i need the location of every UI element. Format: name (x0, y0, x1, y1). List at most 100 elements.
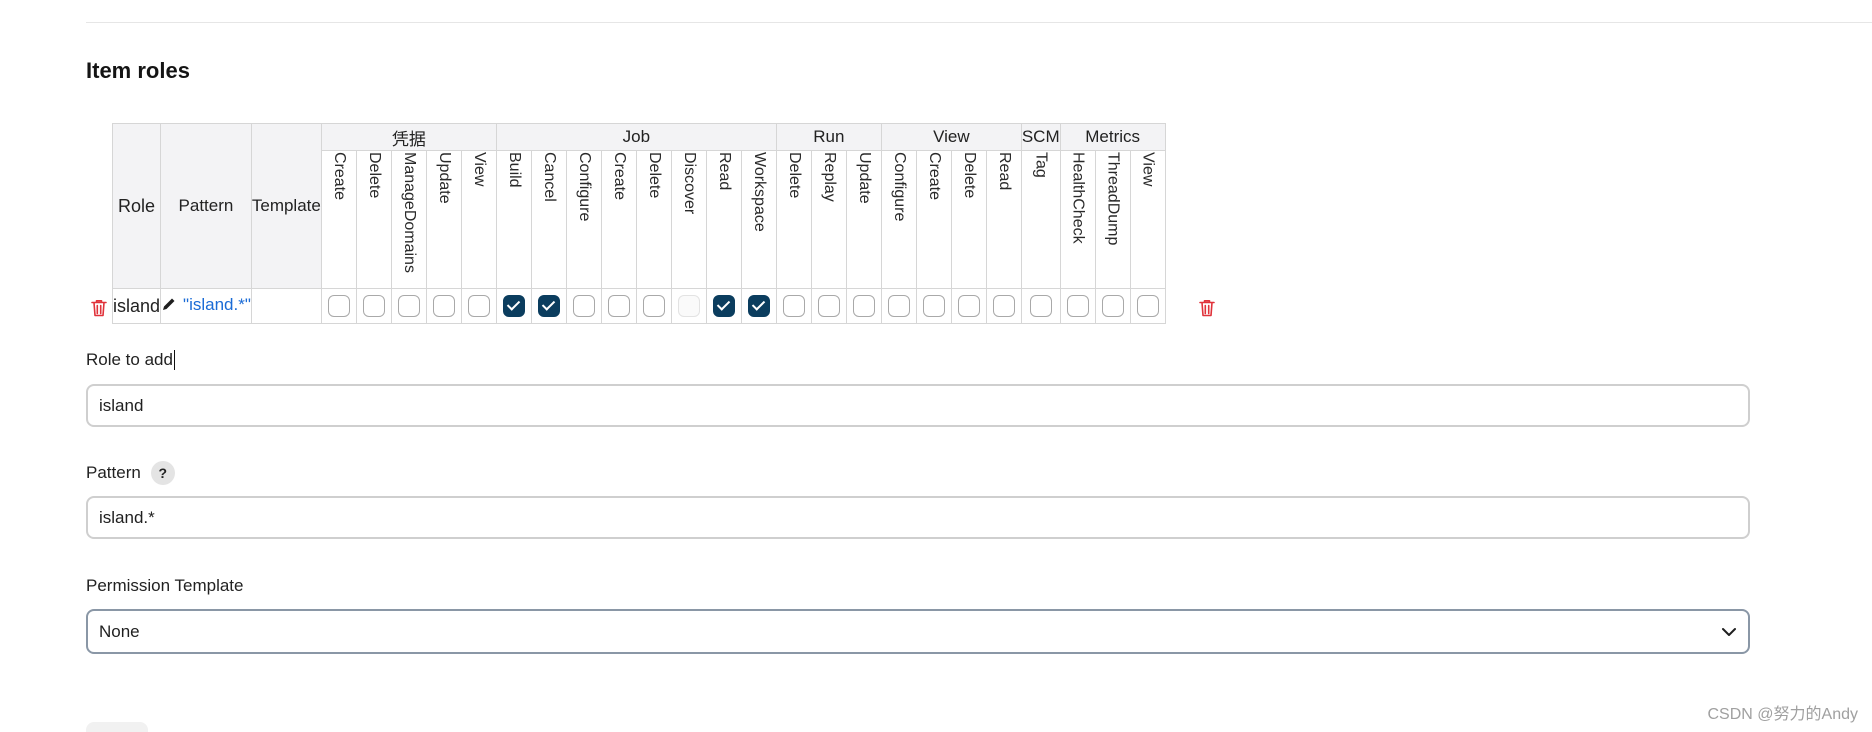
perm-cell (320, 288, 357, 324)
checkbox-view-read[interactable] (992, 295, 1015, 317)
role-to-add-label: Role to add (86, 350, 175, 370)
pattern-label: Pattern ? (86, 461, 175, 485)
bottom-button[interactable] (86, 722, 148, 732)
pattern-column-header: Pattern (160, 123, 252, 289)
group-header-scm: SCM (1020, 123, 1061, 151)
perm-cell (775, 288, 812, 324)
checkbox-view-delete[interactable] (957, 295, 980, 317)
perm-header-view-read: Read (985, 150, 1022, 289)
checkbox-view-configure[interactable] (887, 295, 910, 317)
section-title: Item roles (86, 58, 190, 83)
role-to-add-input[interactable] (86, 384, 1750, 427)
perm-cell (600, 288, 637, 324)
perm-header-metrics-healthcheck: HealthCheck (1059, 150, 1096, 289)
checkbox-metrics-healthcheck[interactable] (1066, 295, 1089, 317)
group-header-run: Run (775, 123, 882, 151)
perm-cell (880, 288, 917, 324)
checkbox-credentials-create[interactable] (327, 295, 350, 317)
perm-header-job-cancel: Cancel (530, 150, 567, 289)
role-name-cell: island (111, 288, 162, 324)
perm-header-view-delete: Delete (950, 150, 987, 289)
checkbox-metrics-view[interactable] (1136, 295, 1159, 317)
perm-header-job-discover: Discover (670, 150, 707, 289)
perm-cell (565, 288, 602, 324)
chevron-down-icon (1721, 627, 1737, 637)
perm-header-view-configure: Configure (880, 150, 917, 289)
checkbox-job-cancel[interactable] (537, 295, 560, 317)
perm-header-job-build: Build (495, 150, 532, 289)
checkbox-run-delete[interactable] (782, 295, 805, 317)
perm-header-credentials-update: Update (425, 150, 462, 289)
group-header-job: Job (495, 123, 777, 151)
watermark: CSDN @努力的Andy (1707, 706, 1859, 723)
perm-cell (670, 288, 707, 324)
perm-cell (390, 288, 427, 324)
perm-header-credentials-delete: Delete (355, 150, 392, 289)
perm-cell (985, 288, 1022, 324)
perm-cell (950, 288, 987, 324)
checkbox-job-build[interactable] (502, 295, 525, 317)
pattern-input[interactable] (86, 496, 1750, 539)
perm-cell (495, 288, 532, 324)
group-header-row: Role Pattern Template 凭据 Job Run View SC… (111, 123, 1166, 289)
perm-cell (915, 288, 952, 324)
perm-cell (1129, 288, 1166, 324)
checkbox-job-create[interactable] (607, 295, 630, 317)
table-row: island "island.*" (111, 288, 1166, 324)
group-header-credentials: 凭据 (320, 123, 497, 151)
permission-template-label: Permission Template (86, 576, 244, 595)
perm-header-credentials-managedomains: ManageDomains (390, 150, 427, 289)
permission-template-selected: None (99, 621, 140, 641)
role-column-header: Role (111, 123, 162, 289)
perm-header-job-create: Create (600, 150, 637, 289)
checkbox-credentials-delete[interactable] (362, 295, 385, 317)
group-header-metrics: Metrics (1059, 123, 1166, 151)
perm-header-credentials-create: Create (320, 150, 357, 289)
perm-cell (1020, 288, 1061, 324)
perm-cell (425, 288, 462, 324)
checkbox-job-discover (677, 295, 700, 317)
checkbox-metrics-threaddump[interactable] (1101, 295, 1124, 317)
checkbox-job-configure[interactable] (572, 295, 595, 317)
perm-cell (810, 288, 847, 324)
checkbox-scm-tag[interactable] (1029, 295, 1052, 317)
perm-cell (530, 288, 567, 324)
group-header-view: View (880, 123, 1022, 151)
perm-cell (460, 288, 497, 324)
row-delete-right-trash-icon[interactable] (1196, 297, 1218, 319)
perm-cell (1059, 288, 1096, 324)
perm-cell (1094, 288, 1131, 324)
checkbox-run-replay[interactable] (817, 295, 840, 317)
checkbox-credentials-view[interactable] (467, 295, 490, 317)
perm-header-run-replay: Replay (810, 150, 847, 289)
perm-cell (355, 288, 392, 324)
page: Item roles Role Pattern Template 凭据 Job … (0, 0, 1872, 732)
text-caret (173, 350, 175, 370)
pattern-cell: "island.*" (160, 288, 252, 324)
edit-pattern-pencil-icon[interactable] (161, 296, 177, 317)
perm-header-run-delete: Delete (775, 150, 812, 289)
perm-cell (635, 288, 672, 324)
perm-cell (845, 288, 882, 324)
checkbox-job-read[interactable] (712, 295, 735, 317)
perm-header-metrics-threaddump: ThreadDump (1094, 150, 1131, 289)
permission-template-select[interactable]: None (86, 609, 1750, 654)
top-divider (86, 22, 1872, 23)
checkbox-credentials-managedomains[interactable] (397, 295, 420, 317)
checkbox-credentials-update[interactable] (432, 295, 455, 317)
checkbox-view-create[interactable] (922, 295, 945, 317)
perm-cell (740, 288, 777, 324)
perm-header-run-update: Update (845, 150, 882, 289)
perm-header-job-workspace: Workspace (740, 150, 777, 289)
pattern-help-icon[interactable]: ? (150, 461, 175, 485)
pattern-link[interactable]: "island.*" (183, 295, 251, 314)
perm-header-job-delete: Delete (635, 150, 672, 289)
checkbox-job-workspace[interactable] (747, 295, 770, 317)
perm-header-metrics-view: View (1129, 150, 1166, 289)
checkbox-job-delete[interactable] (642, 295, 665, 317)
perm-header-job-read: Read (705, 150, 742, 289)
template-column-header: Template (250, 123, 322, 289)
perm-header-view-create: Create (915, 150, 952, 289)
row-delete-left-trash-icon[interactable] (88, 297, 110, 319)
checkbox-run-update[interactable] (852, 295, 875, 317)
